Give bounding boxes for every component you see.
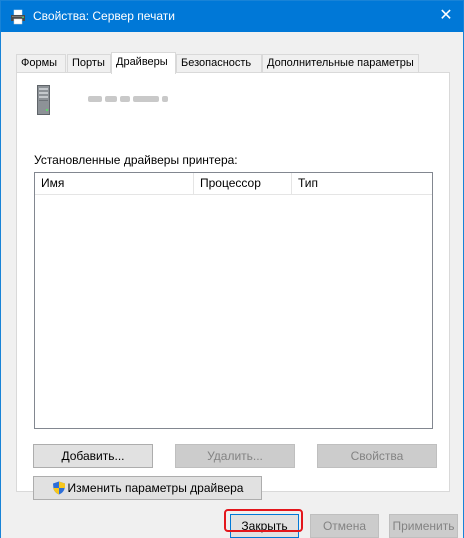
add-driver-button[interactable]: Добавить... [33, 444, 153, 468]
window-title: Свойства: Сервер печати [33, 9, 175, 23]
change-driver-settings-label: Изменить параметры драйвера [67, 481, 244, 495]
server-name-redacted [88, 96, 168, 102]
cancel-button[interactable]: Отмена [310, 514, 379, 538]
installed-drivers-label: Установленные драйверы принтера: [34, 153, 238, 167]
drivers-tab-panel: Установленные драйверы принтера: Имя Про… [16, 72, 450, 500]
drivers-list[interactable]: Имя Процессор Тип [34, 172, 433, 429]
printer-icon [11, 9, 25, 25]
apply-button[interactable]: Применить [389, 514, 458, 538]
uac-shield-icon [52, 481, 65, 495]
tab-ports[interactable]: Порты [67, 54, 111, 73]
driver-properties-button[interactable]: Свойства [317, 444, 437, 468]
remove-driver-button[interactable]: Удалить... [175, 444, 295, 468]
tab-forms[interactable]: Формы [16, 54, 66, 73]
print-server-properties-dialog: Свойства: Сервер печати ✕ Формы Порты Др… [0, 0, 464, 538]
tab-advanced[interactable]: Дополнительные параметры [262, 54, 419, 73]
change-driver-settings-button[interactable]: Изменить параметры драйвера [33, 476, 262, 500]
column-header-name[interactable]: Имя [35, 173, 194, 195]
column-header-type[interactable]: Тип [292, 173, 392, 195]
column-header-processor[interactable]: Процессор [194, 173, 292, 195]
drivers-list-header: Имя Процессор Тип [35, 173, 432, 195]
close-window-button[interactable]: ✕ [429, 1, 463, 32]
title-bar[interactable]: Свойства: Сервер печати ✕ [1, 1, 463, 32]
dialog-body: Формы Порты Драйверы Безопасность Дополн… [1, 32, 463, 538]
tab-security[interactable]: Безопасность [176, 54, 262, 73]
tab-drivers[interactable]: Драйверы [111, 52, 176, 74]
server-icon [37, 85, 50, 115]
close-button[interactable]: Закрыть [230, 514, 299, 538]
